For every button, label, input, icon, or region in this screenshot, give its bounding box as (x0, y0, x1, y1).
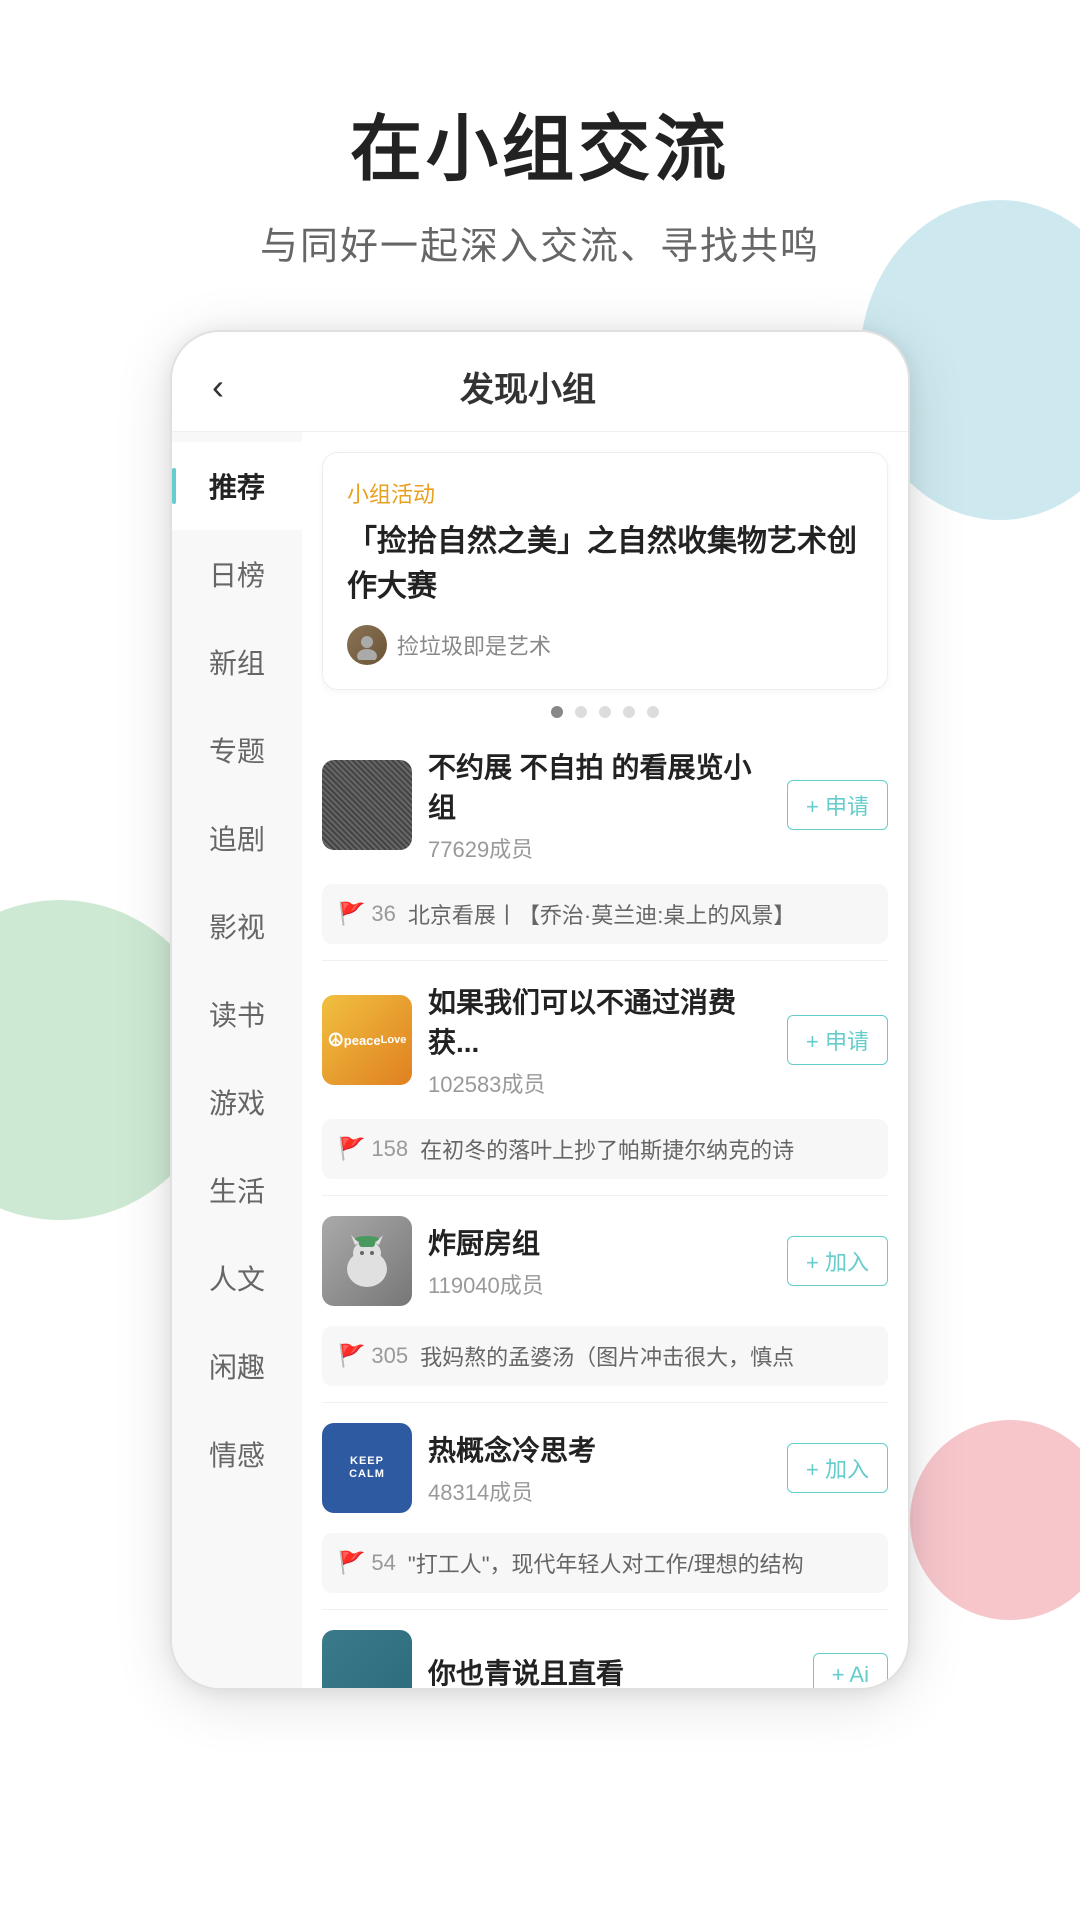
sidebar-item-drama[interactable]: 追剧 (172, 794, 302, 882)
sidebar-item-emotion[interactable]: 情感 (172, 1410, 302, 1498)
group-main-5[interactable]: 你也青说且直看 + Ai (322, 1610, 888, 1690)
group-item-4: KEEP CALM 热概念冷思考 48314成员 + 加入 🚩 54 (322, 1403, 888, 1610)
page-subtitle: 与同好一起深入交流、寻找共鸣 (0, 215, 1080, 270)
right-panel: 小组活动 「捡拾自然之美」之自然收集物艺术创作大赛 捡垃圾即是艺术 (302, 432, 908, 1690)
page-title: 在小组交流 (0, 90, 1080, 195)
banner-tag: 小组活动 (347, 477, 863, 509)
dot-5 (647, 706, 659, 718)
dot-2 (575, 706, 587, 718)
dot-4 (623, 706, 635, 718)
sidebar-item-special[interactable]: 专题 (172, 706, 302, 794)
flag-icon-1: 🚩 (338, 901, 365, 927)
group-name-4: 热概念冷思考 (428, 1429, 771, 1469)
author-avatar (347, 625, 387, 665)
group-ai-btn-5[interactable]: + Ai (813, 1653, 888, 1690)
sidebar-item-reading[interactable]: 读书 (172, 970, 302, 1058)
banner-author: 捡垃圾即是艺术 (347, 625, 863, 665)
group-info-5: 你也青说且直看 (428, 1652, 797, 1690)
group-join-btn-3[interactable]: + 加入 (787, 1236, 888, 1286)
post-text-1: 北京看展丨【乔治·莫兰迪:桌上的风景】 (408, 898, 872, 930)
group-main-1[interactable]: 不约展 不自拍 的看展览小组 77629成员 + 申请 (322, 726, 888, 884)
phone-mockup: ‹ 发现小组 推荐 日榜 新组 专题 追剧 影视 读书 游戏 生活 人文 闲趣 … (170, 330, 910, 1690)
group-name-2: 如果我们可以不通过消费获... (428, 981, 771, 1061)
app-header: ‹ 发现小组 (172, 332, 908, 432)
group-thumb-5 (322, 1630, 412, 1690)
banner-card[interactable]: 小组活动 「捡拾自然之美」之自然收集物艺术创作大赛 捡垃圾即是艺术 (322, 452, 888, 690)
group-main-2[interactable]: ☮ peace Love 如果我们可以不通过消费获... 102583成员 + … (322, 961, 888, 1119)
group-thumb-1 (322, 760, 412, 850)
flag-icon-2: 🚩 (338, 1136, 365, 1162)
flag-icon-3: 🚩 (338, 1343, 365, 1369)
group-members-2: 102583成员 (428, 1067, 771, 1099)
flag-icon-4: 🚩 (338, 1550, 365, 1576)
post-flag-2: 🚩 158 (338, 1136, 408, 1162)
group-item-1: 不约展 不自拍 的看展览小组 77629成员 + 申请 🚩 36 北京看展丨【乔… (322, 726, 888, 961)
sidebar-item-life[interactable]: 生活 (172, 1146, 302, 1234)
group-main-3[interactable]: 炸厨房组 119040成员 + 加入 (322, 1196, 888, 1326)
post-text-3: 我妈熬的孟婆汤（图片冲击很大，慎点 (420, 1340, 872, 1372)
sidebar-item-leisure[interactable]: 闲趣 (172, 1322, 302, 1410)
app-header-title: 发现小组 (244, 362, 812, 411)
group-info-1: 不约展 不自拍 的看展览小组 77629成员 (428, 746, 771, 864)
group-thumb-4: KEEP CALM (322, 1423, 412, 1513)
back-button[interactable]: ‹ (212, 366, 224, 408)
post-text-2: 在初冬的落叶上抄了帕斯捷尔纳克的诗 (420, 1133, 872, 1165)
group-apply-btn-1[interactable]: + 申请 (787, 780, 888, 830)
group-name-3: 炸厨房组 (428, 1222, 771, 1262)
group-item-5: 你也青说且直看 + Ai (322, 1610, 888, 1690)
sidebar-item-film[interactable]: 影视 (172, 882, 302, 970)
post-preview-1[interactable]: 🚩 36 北京看展丨【乔治·莫兰迪:桌上的风景】 (322, 884, 888, 944)
author-name: 捡垃圾即是艺术 (397, 629, 551, 661)
group-join-btn-4[interactable]: + 加入 (787, 1443, 888, 1493)
post-preview-3[interactable]: 🚩 305 我妈熬的孟婆汤（图片冲击很大，慎点 (322, 1326, 888, 1386)
sidebar-item-game[interactable]: 游戏 (172, 1058, 302, 1146)
group-main-4[interactable]: KEEP CALM 热概念冷思考 48314成员 + 加入 (322, 1403, 888, 1533)
flag-count-4: 54 (371, 1550, 395, 1576)
post-preview-4[interactable]: 🚩 54 "打工人"，现代年轻人对工作/理想的结构 (322, 1533, 888, 1593)
group-thumb-3 (322, 1216, 412, 1306)
sidebar-item-new[interactable]: 新组 (172, 618, 302, 706)
post-flag-4: 🚩 54 (338, 1550, 396, 1576)
group-info-3: 炸厨房组 119040成员 (428, 1222, 771, 1300)
dots-indicator (302, 706, 908, 718)
group-item-2: ☮ peace Love 如果我们可以不通过消费获... 102583成员 + … (322, 961, 888, 1196)
page-header: 在小组交流 与同好一起深入交流、寻找共鸣 (0, 0, 1080, 330)
sidebar: 推荐 日榜 新组 专题 追剧 影视 读书 游戏 生活 人文 闲趣 情感 (172, 432, 302, 1690)
group-members-3: 119040成员 (428, 1268, 771, 1300)
sidebar-item-culture[interactable]: 人文 (172, 1234, 302, 1322)
group-info-2: 如果我们可以不通过消费获... 102583成员 (428, 981, 771, 1099)
post-text-4: "打工人"，现代年轻人对工作/理想的结构 (408, 1547, 872, 1579)
post-flag-3: 🚩 305 (338, 1343, 408, 1369)
dot-3 (599, 706, 611, 718)
flag-count-2: 158 (371, 1136, 408, 1162)
group-name-1: 不约展 不自拍 的看展览小组 (428, 746, 771, 826)
group-info-4: 热概念冷思考 48314成员 (428, 1429, 771, 1507)
banner-title: 「捡拾自然之美」之自然收集物艺术创作大赛 (347, 519, 863, 609)
group-members-1: 77629成员 (428, 832, 771, 864)
sidebar-item-recommend[interactable]: 推荐 (172, 442, 302, 530)
group-apply-btn-2[interactable]: + 申请 (787, 1015, 888, 1065)
post-flag-1: 🚩 36 (338, 901, 396, 927)
group-name-5: 你也青说且直看 (428, 1652, 797, 1690)
post-preview-2[interactable]: 🚩 158 在初冬的落叶上抄了帕斯捷尔纳克的诗 (322, 1119, 888, 1179)
bg-decoration-pink (910, 1420, 1080, 1620)
group-item-3: 炸厨房组 119040成员 + 加入 🚩 305 我妈熬的孟婆汤（图片冲击很大，… (322, 1196, 888, 1403)
sidebar-item-daily[interactable]: 日榜 (172, 530, 302, 618)
dot-1 (551, 706, 563, 718)
flag-count-3: 305 (371, 1343, 408, 1369)
main-content: 推荐 日榜 新组 专题 追剧 影视 读书 游戏 生活 人文 闲趣 情感 小组活动… (172, 432, 908, 1690)
flag-count-1: 36 (371, 901, 395, 927)
group-members-4: 48314成员 (428, 1475, 771, 1507)
group-thumb-2: ☮ peace Love (322, 995, 412, 1085)
